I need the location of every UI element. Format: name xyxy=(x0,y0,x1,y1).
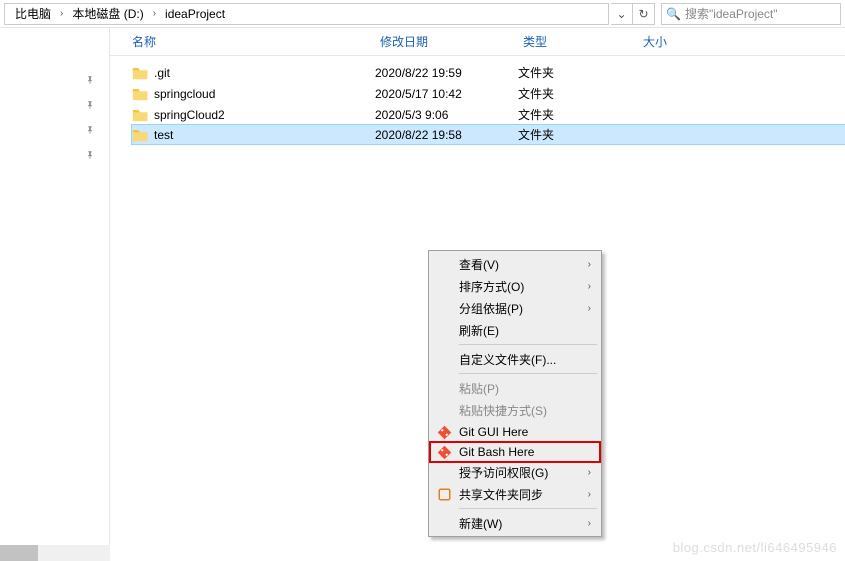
chevron-right-icon: › xyxy=(588,259,591,270)
pin-icon xyxy=(0,73,109,98)
ctx-grant-access[interactable]: 授予访问权限(G) › xyxy=(431,461,599,483)
ctx-customize[interactable]: 自定义文件夹(F)... xyxy=(431,348,599,370)
separator xyxy=(459,373,597,374)
ctx-paste: 粘贴(P) xyxy=(431,377,599,399)
ctx-paste-shortcut: 粘贴快捷方式(S) xyxy=(431,399,599,421)
context-menu: 查看(V) › 排序方式(O) › 分组依据(P) › 刷新(E) 自定义文件夹(F)… xyxy=(428,250,602,537)
file-date: 2020/8/22 19:58 xyxy=(375,128,518,142)
file-type: 文件夹 xyxy=(518,64,638,81)
search-placeholder: 搜索"ideaProject" xyxy=(685,5,778,22)
crumb-folder[interactable]: ideaProject xyxy=(159,4,231,24)
file-name: test xyxy=(154,128,173,142)
file-type: 文件夹 xyxy=(518,106,638,123)
file-row[interactable]: springcloud 2020/5/17 10:42 文件夹 xyxy=(132,83,845,104)
search-icon: 🔍 xyxy=(666,7,681,21)
ctx-label: 新建(W) xyxy=(459,515,502,532)
folder-icon xyxy=(132,87,149,101)
ctx-sync[interactable]: 共享文件夹同步 › xyxy=(431,483,599,505)
file-list: .git 2020/8/22 19:59 文件夹 springcloud 202… xyxy=(110,56,845,150)
ctx-label: 共享文件夹同步 xyxy=(459,486,543,503)
ctx-label: 粘贴快捷方式(S) xyxy=(459,402,547,419)
history-dropdown-icon[interactable]: ⌄ xyxy=(611,3,633,25)
header-date[interactable]: 修改日期 xyxy=(380,33,523,50)
crumb-drive[interactable]: 本地磁盘 (D:) xyxy=(66,4,149,24)
separator xyxy=(459,344,597,345)
header-name[interactable]: 名称 xyxy=(132,33,380,50)
breadcrumbs[interactable]: 比电脑 › 本地磁盘 (D:) › ideaProject xyxy=(4,3,609,25)
file-type: 文件夹 xyxy=(518,126,638,143)
sync-icon xyxy=(437,487,452,502)
ctx-label: 授予访问权限(G) xyxy=(459,464,548,481)
ctx-label: 粘贴(P) xyxy=(459,380,499,397)
ctx-label: Git Bash Here xyxy=(459,445,534,459)
folder-icon xyxy=(132,66,149,80)
chevron-right-icon: › xyxy=(588,489,591,500)
chevron-right-icon: › xyxy=(588,281,591,292)
pin-icon xyxy=(0,98,109,123)
file-row[interactable]: test 2020/8/22 19:58 文件夹 xyxy=(131,124,845,145)
file-row[interactable]: springCloud2 2020/5/3 9:06 文件夹 xyxy=(132,104,845,125)
ctx-refresh[interactable]: 刷新(E) xyxy=(431,319,599,341)
separator xyxy=(459,508,597,509)
file-name: springcloud xyxy=(154,87,215,101)
header-type[interactable]: 类型 xyxy=(523,33,643,50)
ctx-label: 排序方式(O) xyxy=(459,278,524,295)
file-name: springCloud2 xyxy=(154,108,225,122)
address-bar: 比电脑 › 本地磁盘 (D:) › ideaProject ⌄ ↻ 🔍 搜索"i… xyxy=(0,0,845,28)
ctx-label: Git GUI Here xyxy=(459,425,528,439)
scrollbar-horizontal[interactable] xyxy=(0,545,110,561)
file-type: 文件夹 xyxy=(518,85,638,102)
ctx-view[interactable]: 查看(V) › xyxy=(431,253,599,275)
file-date: 2020/5/3 9:06 xyxy=(375,108,518,122)
git-icon xyxy=(437,425,452,440)
ctx-label: 查看(V) xyxy=(459,256,499,273)
crumb-pc[interactable]: 比电脑 xyxy=(9,4,57,24)
folder-icon xyxy=(132,128,149,142)
file-date: 2020/5/17 10:42 xyxy=(375,87,518,101)
search-input[interactable]: 🔍 搜索"ideaProject" xyxy=(661,3,841,25)
ctx-git-bash[interactable]: Git Bash Here xyxy=(429,441,601,463)
ctx-new[interactable]: 新建(W) › xyxy=(431,512,599,534)
chevron-right-icon: › xyxy=(588,303,591,314)
chevron-right-icon: › xyxy=(150,8,159,19)
scrollbar-thumb[interactable] xyxy=(0,545,38,561)
header-size[interactable]: 大小 xyxy=(643,33,723,50)
file-row[interactable]: .git 2020/8/22 19:59 文件夹 xyxy=(132,62,845,83)
chevron-right-icon: › xyxy=(588,518,591,529)
ctx-label: 刷新(E) xyxy=(459,322,499,339)
column-headers: 名称 修改日期 类型 大小 xyxy=(110,28,845,56)
ctx-label: 自定义文件夹(F)... xyxy=(459,351,556,368)
file-date: 2020/8/22 19:59 xyxy=(375,66,518,80)
chevron-right-icon: › xyxy=(57,8,66,19)
nav-sidebar xyxy=(0,28,110,561)
git-icon xyxy=(437,445,452,460)
pin-icon xyxy=(0,148,109,173)
ctx-label: 分组依据(P) xyxy=(459,300,523,317)
chevron-right-icon: › xyxy=(588,467,591,478)
ctx-group[interactable]: 分组依据(P) › xyxy=(431,297,599,319)
refresh-icon[interactable]: ↻ xyxy=(633,3,655,25)
file-name: .git xyxy=(154,66,170,80)
pin-icon xyxy=(0,123,109,148)
folder-icon xyxy=(132,108,149,122)
ctx-sort[interactable]: 排序方式(O) › xyxy=(431,275,599,297)
ctx-git-gui[interactable]: Git GUI Here xyxy=(431,421,599,443)
